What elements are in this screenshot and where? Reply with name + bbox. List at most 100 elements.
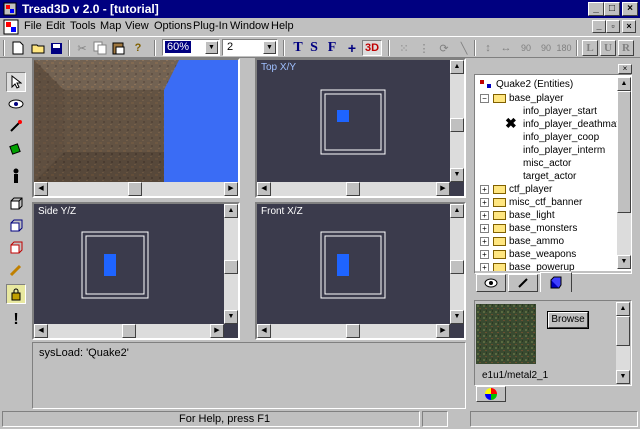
scroll-down-icon[interactable]: ▼ xyxy=(616,370,630,384)
scroll-left-icon[interactable]: ◀ xyxy=(34,182,48,196)
rotate-180-button[interactable]: 180 xyxy=(556,40,572,56)
scroll-down-icon[interactable]: ▼ xyxy=(450,168,464,182)
tree-group[interactable]: base_powerup xyxy=(493,262,575,271)
warning-exclamation-icon[interactable]: ! xyxy=(6,310,26,330)
document-icon[interactable] xyxy=(3,19,19,35)
scroll-up-icon[interactable]: ▲ xyxy=(616,302,630,316)
tab-tools[interactable] xyxy=(508,274,538,292)
brush-box-icon[interactable] xyxy=(6,194,26,214)
tree-item[interactable]: info_player_deathmatch xyxy=(523,119,630,130)
vertical-scrollbar[interactable]: ▲ ▼ xyxy=(450,60,464,182)
child-close-button[interactable]: × xyxy=(622,20,636,33)
menu-help[interactable]: Help xyxy=(271,20,294,32)
tree-item[interactable]: target_actor xyxy=(523,171,576,182)
scroll-thumb[interactable] xyxy=(346,324,360,338)
scroll-thumb[interactable] xyxy=(616,316,630,346)
mode-plus-button[interactable]: + xyxy=(344,40,360,56)
tree-item[interactable]: misc_actor xyxy=(523,158,571,169)
flip-vertical-icon[interactable]: ↕ xyxy=(480,40,496,56)
scroll-thumb[interactable] xyxy=(450,260,464,274)
lock-icon[interactable] xyxy=(6,284,26,304)
pointer-tool-icon[interactable] xyxy=(6,72,26,92)
expand-icon[interactable]: + xyxy=(480,237,489,246)
scroll-down-icon[interactable]: ▼ xyxy=(617,255,631,269)
cut-icon[interactable]: ✂ xyxy=(74,40,90,56)
mode-3d-button[interactable]: 3D xyxy=(362,40,382,56)
knife-icon[interactable]: ╲ xyxy=(456,40,472,56)
tree-group[interactable]: base_weapons xyxy=(493,249,576,260)
minimize-button[interactable]: _ xyxy=(588,2,604,16)
tree-item[interactable]: info_player_interm xyxy=(523,145,605,156)
expand-icon[interactable]: + xyxy=(480,185,489,194)
rotate-90-ccw-button[interactable]: 90 xyxy=(518,40,534,56)
menu-tools[interactable]: Tools xyxy=(70,20,96,32)
expand-icon[interactable]: + xyxy=(480,224,489,233)
menu-file[interactable]: File xyxy=(24,20,42,32)
scroll-right-icon[interactable]: ▶ xyxy=(224,182,238,196)
scroll-left-icon[interactable]: ◀ xyxy=(257,324,271,338)
save-icon[interactable] xyxy=(48,40,64,56)
menu-plugin[interactable]: Plug-In xyxy=(193,20,228,32)
flip-horizontal-icon[interactable]: ↔ xyxy=(498,40,514,56)
menu-options[interactable]: Options xyxy=(154,20,192,32)
chevron-down-icon[interactable]: ▼ xyxy=(205,41,218,54)
scroll-down-icon[interactable]: ▼ xyxy=(238,168,240,182)
paint-bucket-icon[interactable] xyxy=(6,138,26,158)
scroll-up-icon[interactable]: ▲ xyxy=(617,77,631,91)
tree-group[interactable]: base_light xyxy=(493,210,555,221)
expand-icon[interactable]: + xyxy=(480,211,489,220)
scroll-right-icon[interactable]: ▶ xyxy=(436,182,450,196)
magic-wand-icon[interactable] xyxy=(6,116,26,136)
scroll-left-icon[interactable]: ◀ xyxy=(34,324,48,338)
side-viewport[interactable]: Side Y/Z ▲ ▼ ◀ ▶ xyxy=(32,202,240,340)
paste-icon[interactable] xyxy=(110,40,126,56)
menu-map[interactable]: Map xyxy=(100,20,121,32)
entity-tree[interactable]: Quake2 (Entities) − base_player info_pla… xyxy=(475,75,631,271)
scroll-up-icon[interactable]: ▲ xyxy=(450,204,464,218)
horizontal-scrollbar[interactable]: ◀ ▶ xyxy=(257,182,450,196)
child-restore-button[interactable]: ▫ xyxy=(606,20,620,33)
brush-cube-icon[interactable] xyxy=(6,216,26,236)
maximize-button[interactable]: □ xyxy=(604,2,620,16)
tree-item[interactable]: info_player_coop xyxy=(523,132,599,143)
chevron-down-icon[interactable]: ▼ xyxy=(263,41,276,54)
scroll-down-icon[interactable]: ▼ xyxy=(224,310,238,324)
horizontal-scrollbar[interactable]: ◀ ▶ xyxy=(34,182,238,196)
mode-t-button[interactable]: T xyxy=(290,40,306,56)
camera-viewport[interactable]: ▲ ▼ ◀ ▶ xyxy=(32,58,240,198)
align-up-button[interactable]: U xyxy=(600,40,616,56)
child-minimize-button[interactable]: _ xyxy=(592,20,606,33)
brush-red-icon[interactable] xyxy=(6,238,26,258)
top-viewport[interactable]: Top X/Y ▲ ▼ ◀ ▶ xyxy=(255,58,466,198)
pencil-icon[interactable] xyxy=(6,260,26,280)
mode-s-button[interactable]: S xyxy=(306,40,322,56)
tree-group[interactable]: ctf_player xyxy=(493,184,552,195)
horizontal-scrollbar[interactable]: ◀ ▶ xyxy=(257,324,450,338)
scroll-thumb[interactable] xyxy=(128,182,142,196)
vertex-icon[interactable]: ⋮ xyxy=(416,40,432,56)
tab-entities[interactable] xyxy=(476,274,506,292)
mode-f-button[interactable]: F xyxy=(324,40,340,56)
expand-icon[interactable]: + xyxy=(480,250,489,259)
tree-group[interactable]: base_monsters xyxy=(493,223,577,234)
vertical-scrollbar[interactable]: ▲ ▼ xyxy=(224,204,238,324)
collapse-icon[interactable]: − xyxy=(480,94,489,103)
expand-icon[interactable]: + xyxy=(480,198,489,207)
scroll-thumb[interactable] xyxy=(346,182,360,196)
menu-window[interactable]: Window xyxy=(230,20,269,32)
tree-group[interactable]: misc_ctf_banner xyxy=(493,197,582,208)
scroll-thumb[interactable] xyxy=(224,260,238,274)
scroll-thumb[interactable] xyxy=(450,118,464,132)
open-folder-icon[interactable] xyxy=(30,40,46,56)
tab-textures[interactable] xyxy=(540,272,572,292)
vertical-scrollbar[interactable]: ▲ ▼ xyxy=(450,204,464,324)
texture-thumbnail[interactable] xyxy=(476,304,536,364)
tree-scrollbar[interactable]: ▲ ▼ xyxy=(617,77,631,269)
color-picker-button[interactable] xyxy=(476,386,506,402)
tree-root[interactable]: Quake2 (Entities) xyxy=(479,79,573,90)
new-file-icon[interactable] xyxy=(10,40,26,56)
panel-close-button[interactable]: × xyxy=(618,64,632,74)
tree-item[interactable]: info_player_start xyxy=(523,106,597,117)
horizontal-scrollbar[interactable]: ◀ ▶ xyxy=(34,324,224,338)
rotate-90-cw-button[interactable]: 90 xyxy=(538,40,554,56)
